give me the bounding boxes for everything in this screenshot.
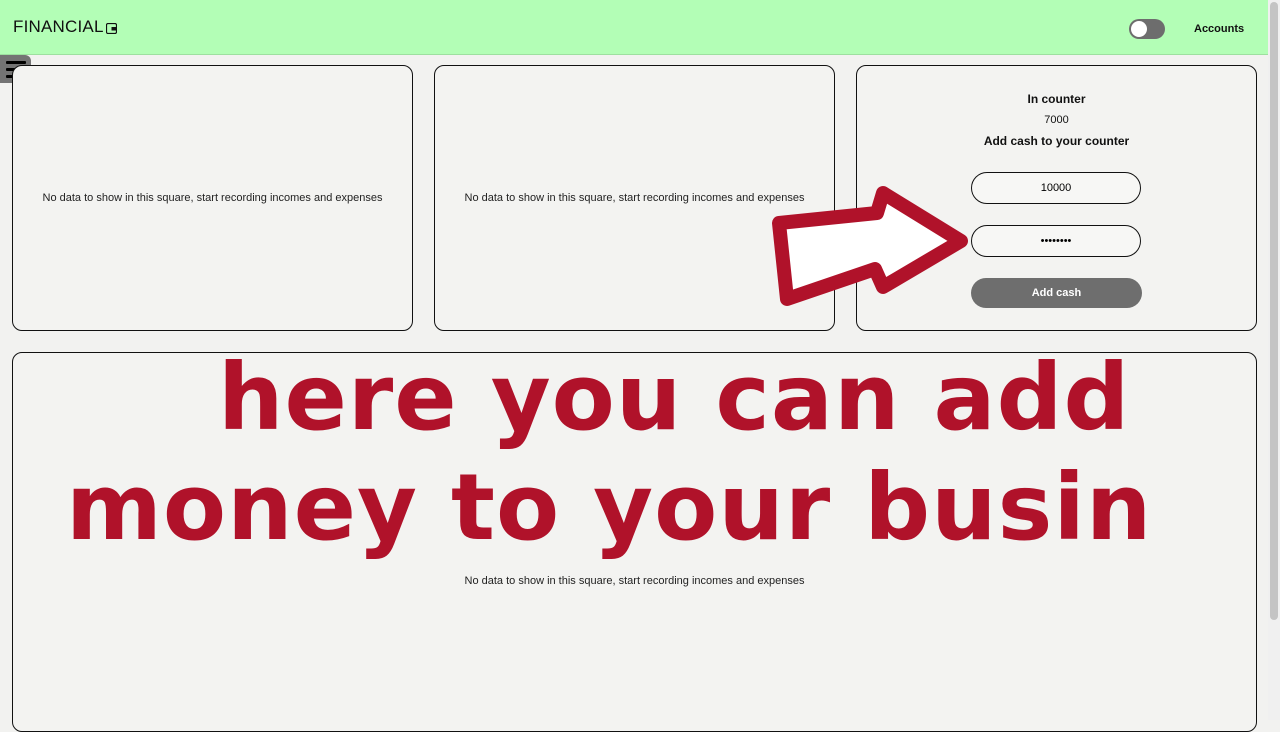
toggle-knob bbox=[1131, 21, 1147, 37]
counter-subtitle: Add cash to your counter bbox=[983, 134, 1130, 148]
overlay-caption-line1: here you can add bbox=[218, 344, 1131, 451]
page-scrollbar[interactable] bbox=[1268, 0, 1280, 720]
empty-message: No data to show in this square, start re… bbox=[464, 575, 805, 587]
counter-title: In counter bbox=[1027, 92, 1086, 106]
overlay-caption-line2: money to your busin bbox=[66, 454, 1153, 561]
add-cash-button[interactable]: Add cash bbox=[971, 278, 1142, 308]
theme-toggle[interactable] bbox=[1129, 19, 1165, 39]
brand-logo[interactable]: FINANCIAL bbox=[13, 17, 117, 37]
counter-value: 7000 bbox=[1044, 114, 1069, 126]
password-input[interactable] bbox=[971, 225, 1141, 257]
scrollbar-thumb[interactable] bbox=[1270, 2, 1278, 620]
wallet-icon bbox=[105, 22, 117, 34]
card-summary-1: No data to show in this square, start re… bbox=[12, 65, 413, 331]
brand-name: FINANCIAL bbox=[13, 17, 104, 36]
empty-message: No data to show in this square, start re… bbox=[42, 192, 383, 204]
top-navbar: FINANCIAL Accounts bbox=[0, 0, 1268, 55]
cash-amount-input[interactable] bbox=[971, 172, 1141, 204]
accounts-link[interactable]: Accounts bbox=[1194, 23, 1244, 35]
arrow-right-icon bbox=[772, 186, 968, 306]
